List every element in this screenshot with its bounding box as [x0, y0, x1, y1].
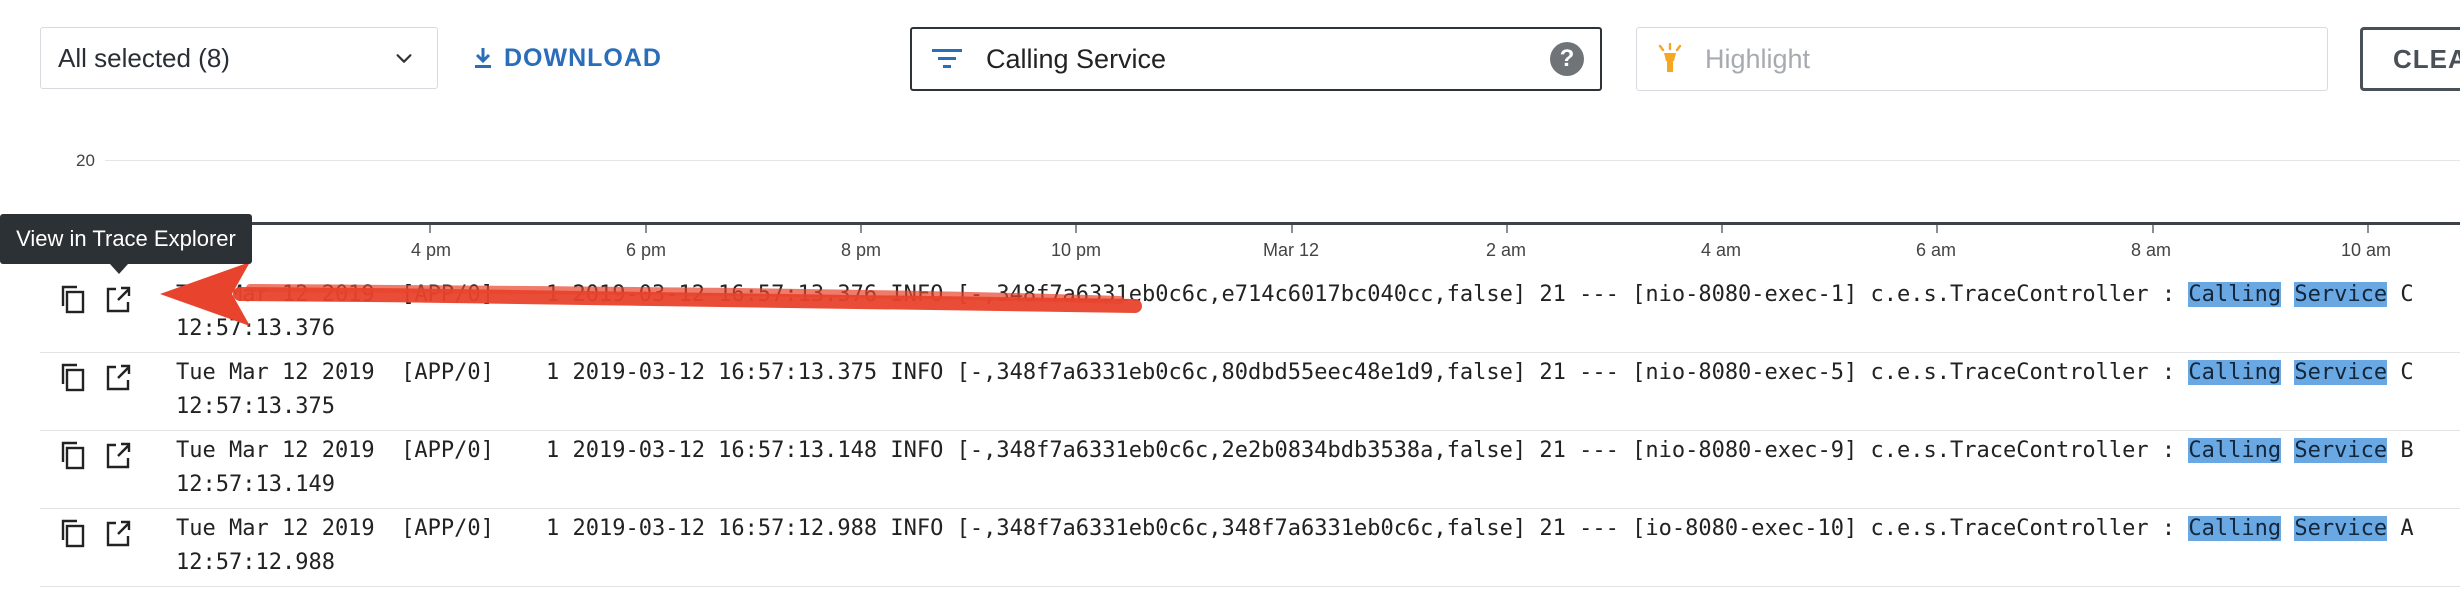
- log-message-suffix: A: [2400, 516, 2414, 541]
- log-date: Tue Mar 12 2019 [APP/0]: [176, 282, 494, 307]
- x-axis-tick-label: 2 am: [1485, 240, 1527, 260]
- log-row: Tue Mar 12 2019 [APP/0] 12:57:12.988 1 2…: [0, 508, 2460, 586]
- log-row: Tue Mar 12 2019 [APP/0] 12:57:13.375 1 2…: [0, 352, 2460, 430]
- log-message-text: 1 2019-03-12 16:57:12.988 INFO [-,348f7a…: [546, 516, 2189, 541]
- highlight-match: Calling: [2188, 360, 2282, 385]
- source-select[interactable]: All selected (8): [40, 27, 438, 89]
- highlight-match: Calling: [2188, 516, 2282, 541]
- help-icon[interactable]: ?: [1550, 42, 1584, 76]
- clear-button[interactable]: CLEA: [2360, 27, 2460, 91]
- open-in-new-icon[interactable]: [104, 440, 132, 470]
- log-source: [APP/0]: [401, 516, 494, 541]
- row-divider: [40, 586, 2460, 587]
- x-axis-tick-label: 10 pm: [1050, 240, 1102, 260]
- log-source: [APP/0]: [401, 282, 494, 307]
- x-axis-tick-label: 8 pm: [840, 240, 882, 260]
- log-message: 1 2019-03-12 16:57:12.988 INFO [-,348f7a…: [546, 516, 2414, 541]
- download-icon: [475, 48, 491, 68]
- x-axis-tick-label: 6 pm: [625, 240, 667, 260]
- tooltip: View in Trace Explorer: [0, 214, 252, 264]
- open-in-new-icon[interactable]: [104, 362, 132, 392]
- chevron-down-icon: [396, 54, 412, 63]
- highlight-match: Service: [2294, 360, 2388, 385]
- chart-gridline: [105, 160, 2460, 161]
- log-message-suffix: C: [2400, 282, 2414, 307]
- x-axis-tick: [1721, 225, 1723, 233]
- filter-value: Calling Service: [986, 43, 1167, 74]
- x-axis-tick: [1291, 225, 1293, 233]
- log-source: [APP/0]: [401, 438, 494, 463]
- log-time: 12:57:12.988: [176, 550, 335, 575]
- x-axis-tick: [2367, 225, 2369, 233]
- log-date: Tue Mar 12 2019 [APP/0]: [176, 360, 494, 385]
- download-button[interactable]: DOWNLOAD: [472, 40, 662, 76]
- x-axis-tick: [645, 225, 647, 233]
- log-date-text: Tue Mar 12 2019: [176, 438, 375, 463]
- log-date: Tue Mar 12 2019 [APP/0]: [176, 516, 494, 541]
- x-axis-tick-label: 10 am: [2340, 240, 2392, 260]
- log-row: Tue Mar 12 2019 [APP/0] 12:57:13.149 1 2…: [0, 430, 2460, 508]
- x-axis-tick-label: Mar 12: [1262, 240, 1320, 260]
- log-time: 12:57:13.375: [176, 394, 335, 419]
- log-date: Tue Mar 12 2019 [APP/0]: [176, 438, 494, 463]
- y-axis-tick-label: 20: [76, 151, 95, 170]
- copy-icon[interactable]: [58, 518, 86, 548]
- x-axis-tick: [2152, 225, 2154, 233]
- x-axis-tick: [1506, 225, 1508, 233]
- log-message-text: 1 2019-03-12 16:57:13.148 INFO [-,348f7a…: [546, 438, 2189, 463]
- copy-icon[interactable]: [58, 440, 86, 470]
- highlight-input[interactable]: Highlight: [1636, 27, 2328, 91]
- copy-icon[interactable]: [58, 284, 86, 314]
- x-axis-tick: [429, 225, 431, 233]
- tooltip-arrow: [110, 264, 128, 274]
- download-label: DOWNLOAD: [504, 43, 662, 72]
- log-message-suffix: B: [2400, 438, 2414, 463]
- open-in-new-icon[interactable]: [104, 284, 132, 314]
- x-axis-tick: [1936, 225, 1938, 233]
- log-message: 1 2019-03-12 16:57:13.376 INFO [-,348f7a…: [546, 282, 2414, 307]
- filter-input[interactable]: Calling Service ?: [910, 27, 1602, 91]
- filter-icon: [932, 49, 962, 68]
- log-message: 1 2019-03-12 16:57:13.375 INFO [-,348f7a…: [546, 360, 2414, 385]
- highlight-match: Service: [2294, 282, 2388, 307]
- log-date-text: Tue Mar 12 2019: [176, 360, 375, 385]
- x-axis-tick-label: 4 am: [1700, 240, 1742, 260]
- highlighter-icon: [1658, 43, 1682, 72]
- log-message-text: 1 2019-03-12 16:57:13.376 INFO [-,348f7a…: [546, 282, 2189, 307]
- log-message: 1 2019-03-12 16:57:13.148 INFO [-,348f7a…: [546, 438, 2414, 463]
- highlight-match: Service: [2294, 438, 2388, 463]
- highlight-match: Calling: [2188, 438, 2282, 463]
- log-row: Tue Mar 12 2019 [APP/0] 12:57:13.376 1 2…: [0, 272, 2460, 352]
- highlight-placeholder: Highlight: [1705, 43, 1811, 74]
- x-axis-tick: [860, 225, 862, 233]
- copy-icon[interactable]: [58, 362, 86, 392]
- log-time: 12:57:13.149: [176, 472, 335, 497]
- log-time: 12:57:13.376: [176, 316, 335, 341]
- clear-label: CLEA: [2393, 43, 2460, 74]
- log-message-text: 1 2019-03-12 16:57:13.375 INFO [-,348f7a…: [546, 360, 2189, 385]
- log-date-text: Tue Mar 12 2019: [176, 516, 375, 541]
- log-source: [APP/0]: [401, 360, 494, 385]
- x-axis-tick: [1075, 225, 1077, 233]
- log-date-text: Tue Mar 12 2019: [176, 282, 375, 307]
- source-select-label: All selected (8): [58, 42, 230, 73]
- x-axis-tick-label: 6 am: [1915, 240, 1957, 260]
- chart-x-axis: [0, 222, 2460, 225]
- x-axis-tick-label: 8 am: [2130, 240, 2172, 260]
- highlight-match: Calling: [2188, 282, 2282, 307]
- x-axis-tick-label: 4 pm: [410, 240, 452, 260]
- highlight-match: Service: [2294, 516, 2388, 541]
- open-in-new-icon[interactable]: [104, 518, 132, 548]
- log-message-suffix: C: [2400, 360, 2414, 385]
